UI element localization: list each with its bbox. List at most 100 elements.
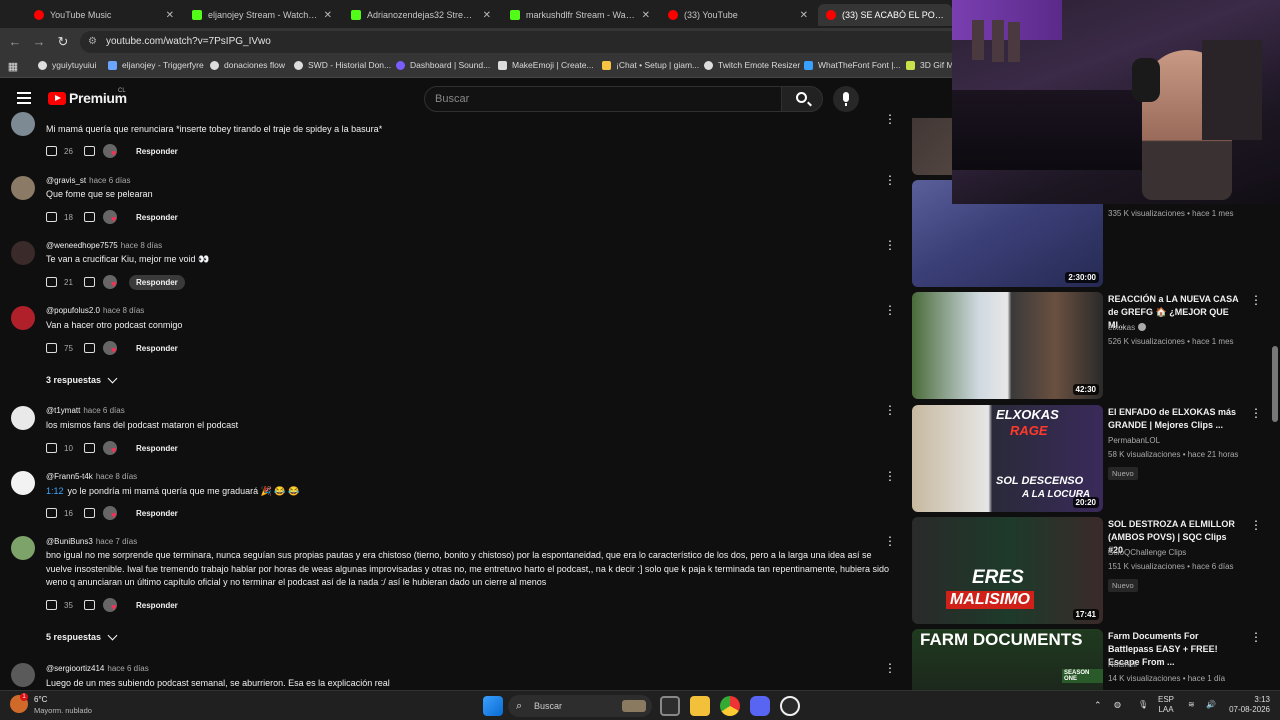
video-timestamp-link[interactable]: 1:12 xyxy=(46,486,64,496)
bookmark-item[interactable]: WhatTheFont Font |... xyxy=(804,60,901,70)
bookmark-item[interactable]: Dashboard | Sound... xyxy=(396,60,490,70)
task-view-icon[interactable] xyxy=(660,696,680,716)
reply-button[interactable]: Responder xyxy=(129,144,185,159)
like-icon[interactable] xyxy=(46,212,57,222)
more-options-icon[interactable]: ⋮ xyxy=(884,239,896,251)
language-indicator[interactable]: ESP LAA xyxy=(1158,695,1174,715)
view-replies-button[interactable]: 3 respuestas xyxy=(46,373,118,385)
dislike-icon[interactable] xyxy=(84,277,95,287)
search-button[interactable] xyxy=(781,86,823,112)
avatar[interactable] xyxy=(11,406,35,430)
taskbar-search[interactable]: ⌕ Buscar xyxy=(508,695,652,717)
bookmark-item[interactable]: Twitch Emote Resizer xyxy=(704,60,800,70)
browser-tab-eljanojey[interactable]: eljanojey Stream - Watch Live o ✕ xyxy=(184,4,340,26)
avatar[interactable] xyxy=(11,176,35,200)
comment-author[interactable]: @Frann5-t4k hace 8 días xyxy=(46,472,137,481)
close-tab-icon[interactable]: ✕ xyxy=(166,10,174,21)
more-options-icon[interactable]: ⋮ xyxy=(1250,631,1262,643)
like-icon[interactable] xyxy=(46,508,57,518)
browser-tab-adrianozendejas[interactable]: Adrianozendejas32 Stream - W ✕ xyxy=(343,4,499,26)
recommendation-item[interactable]: 42:30 REACCIÓN a LA NUEVA CASA de GREFG … xyxy=(912,292,1268,400)
comment-author[interactable]: @gravis_st hace 6 días xyxy=(46,176,131,185)
like-icon[interactable] xyxy=(46,443,57,453)
show-hidden-icons-chevron-icon[interactable]: ⌃ xyxy=(1094,700,1102,710)
video-thumbnail[interactable]: ERES MALISIMO 17:41 xyxy=(912,517,1103,624)
more-options-icon[interactable]: ⋮ xyxy=(884,404,896,416)
windows-start-icon[interactable] xyxy=(483,696,503,716)
scrollbar-thumb[interactable] xyxy=(1272,346,1278,422)
bookmark-item[interactable]: 3D Gif M xyxy=(906,60,954,70)
dislike-icon[interactable] xyxy=(84,343,95,353)
bookmark-item[interactable]: yguiytuyuiui xyxy=(38,60,96,70)
more-options-icon[interactable]: ⋮ xyxy=(884,535,896,547)
youtube-logo-icon[interactable] xyxy=(48,92,66,105)
dislike-icon[interactable] xyxy=(84,212,95,222)
chrome-icon[interactable] xyxy=(720,696,740,716)
avatar[interactable] xyxy=(11,536,35,560)
reply-button[interactable]: Responder xyxy=(129,274,185,290)
recommendation-item[interactable]: FARM DOCUMENTS SEASON ONE Farm Documents… xyxy=(912,629,1268,690)
view-replies-button[interactable]: 5 respuestas xyxy=(46,630,118,642)
volume-icon[interactable]: 🔊 xyxy=(1206,700,1216,710)
reply-button[interactable]: Responder xyxy=(129,598,185,613)
recommendation-item[interactable]: ELXOKAS RAGE SOL DESCENSO A LA LOCURA 20… xyxy=(912,405,1268,513)
more-options-icon[interactable]: ⋮ xyxy=(1250,294,1262,306)
avatar[interactable] xyxy=(11,112,35,136)
more-options-icon[interactable]: ⋮ xyxy=(884,470,896,482)
comment-author[interactable]: @popufolus2.0 hace 8 días xyxy=(46,306,144,315)
dislike-icon[interactable] xyxy=(84,146,95,156)
search-input[interactable]: Buscar xyxy=(424,86,782,112)
channel-name[interactable]: SoloQChallenge Clips xyxy=(1108,548,1186,557)
network-icon[interactable]: ◍ xyxy=(1114,700,1121,710)
weather-temp[interactable]: 6°C xyxy=(34,695,47,704)
obs-icon[interactable] xyxy=(780,696,800,716)
more-options-icon[interactable]: ⋮ xyxy=(884,662,896,674)
comment-author[interactable]: @sergioortiz414 hace 6 días xyxy=(46,664,149,673)
voice-search-mic-icon[interactable] xyxy=(833,86,859,112)
site-info-icon[interactable]: ⚙ xyxy=(88,31,97,53)
more-options-icon[interactable]: ⋮ xyxy=(884,174,896,186)
recommendation-item[interactable]: ERES MALISIMO 17:41 SOL DESTROZA A ELMIL… xyxy=(912,517,1268,625)
channel-name[interactable]: elxokas xyxy=(1108,323,1147,332)
microphone-icon[interactable]: 🎙 xyxy=(1138,700,1148,710)
reply-button[interactable]: Responder xyxy=(129,441,185,456)
bookmark-item[interactable]: donaciones flow xyxy=(210,60,285,70)
comment-author[interactable]: @weneedhope7575 hace 8 días xyxy=(46,241,162,250)
like-icon[interactable] xyxy=(46,343,57,353)
reload-icon[interactable]: ↻ xyxy=(54,33,72,51)
browser-tab-youtube-music[interactable]: YouTube Music ✕ xyxy=(26,4,182,26)
reply-button[interactable]: Responder xyxy=(129,506,185,521)
like-icon[interactable] xyxy=(46,277,57,287)
more-options-icon[interactable]: ⋮ xyxy=(884,304,896,316)
apps-grid-icon[interactable]: ▦ xyxy=(4,58,22,76)
close-tab-icon[interactable]: ✕ xyxy=(483,10,491,21)
video-thumbnail[interactable]: FARM DOCUMENTS SEASON ONE xyxy=(912,629,1103,690)
browser-tab-markushdlfr[interactable]: markushdlfr Stream - Watch Li ✕ xyxy=(502,4,658,26)
reply-button[interactable]: Responder xyxy=(129,341,185,356)
close-tab-icon[interactable]: ✕ xyxy=(642,10,650,21)
wifi-icon[interactable]: ≋ xyxy=(1188,700,1195,710)
address-bar[interactable]: ⚙ youtube.com/watch?v=7PsIPG_IVwo xyxy=(80,31,960,53)
avatar[interactable] xyxy=(11,241,35,265)
browser-tab-youtube[interactable]: (33) YouTube ✕ xyxy=(660,4,816,26)
video-thumbnail[interactable]: 42:30 xyxy=(912,292,1103,399)
bookmark-item[interactable]: MakeEmoji | Create... xyxy=(498,60,594,70)
video-thumbnail[interactable]: ELXOKAS RAGE SOL DESCENSO A LA LOCURA 20… xyxy=(912,405,1103,512)
hamburger-menu-icon[interactable] xyxy=(17,92,31,104)
bookmark-item[interactable]: SWD - Historial Don... xyxy=(294,60,391,70)
channel-name[interactable]: PermabanLOL xyxy=(1108,436,1160,445)
like-icon[interactable] xyxy=(46,146,57,156)
comment-author[interactable]: @t1ymatt hace 6 días xyxy=(46,406,125,415)
bookmark-item[interactable]: ¡Chat • Setup | giam... xyxy=(602,60,699,70)
bookmark-item[interactable]: eljanojey - Triggerfyre xyxy=(108,60,204,70)
like-icon[interactable] xyxy=(46,600,57,610)
clock[interactable]: 3:13 07-08-2026 xyxy=(1226,695,1270,715)
dislike-icon[interactable] xyxy=(84,508,95,518)
weather-desc[interactable]: Mayorm. nublado xyxy=(34,706,92,715)
dislike-icon[interactable] xyxy=(84,443,95,453)
avatar[interactable] xyxy=(11,663,35,687)
more-options-icon[interactable]: ⋮ xyxy=(884,113,896,125)
more-options-icon[interactable]: ⋮ xyxy=(1250,407,1262,419)
back-arrow-icon[interactable]: ← xyxy=(6,33,24,51)
comment-author[interactable]: @BuniBuns3 hace 7 días xyxy=(46,537,137,546)
